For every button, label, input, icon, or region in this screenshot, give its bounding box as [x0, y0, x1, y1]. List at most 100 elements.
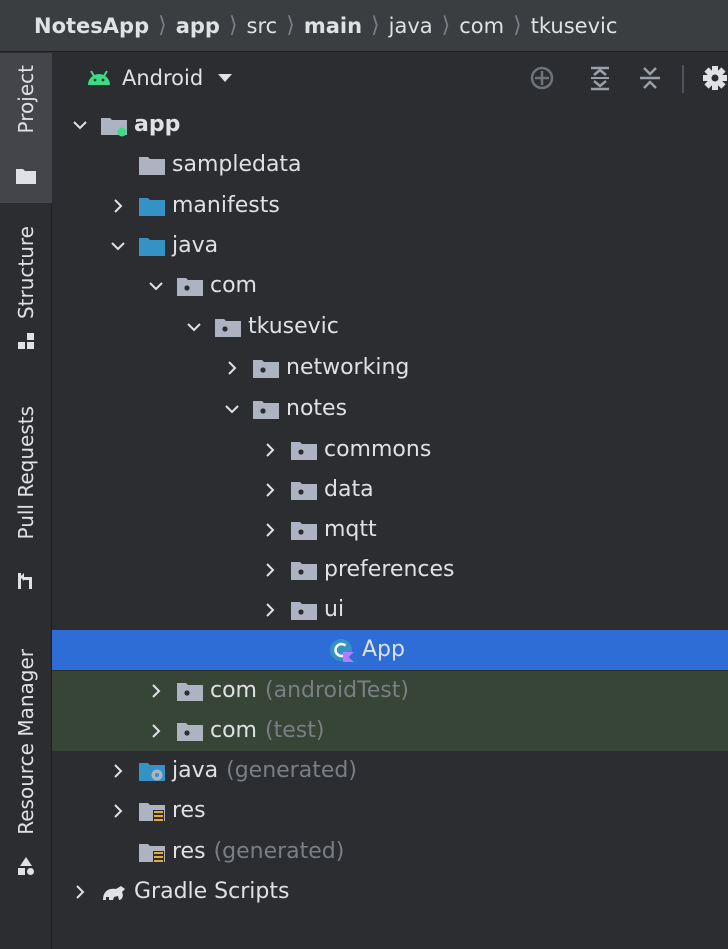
- tree-node[interactable]: java (generated): [52, 751, 728, 791]
- breadcrumb-separator: ⟩: [228, 13, 238, 38]
- chevron-right-icon[interactable]: [260, 520, 280, 540]
- tool-window-stripe: Project Structure Pull Requests Resource…: [0, 53, 52, 949]
- resource-manager-tool-button[interactable]: Resource Manager: [0, 643, 52, 893]
- kotlin-class-icon: [330, 639, 354, 662]
- package-icon: [177, 723, 203, 741]
- pull-requests-tool-label: Pull Requests: [14, 406, 38, 540]
- structure-tool-button[interactable]: Structure: [0, 218, 52, 358]
- chevron-down-icon[interactable]: [70, 115, 90, 135]
- folder-icon: [16, 169, 36, 184]
- tree-node-name: com: [210, 718, 257, 743]
- view-selector[interactable]: Android: [86, 62, 233, 94]
- tree-node-name: manifests: [172, 193, 280, 218]
- chevron-down-icon[interactable]: [184, 317, 204, 337]
- tree-node[interactable]: data: [52, 470, 728, 510]
- pull-requests-tool-button[interactable]: Pull Requests: [0, 398, 52, 598]
- expand-all-icon[interactable]: [587, 65, 613, 91]
- tree-node[interactable]: networking: [52, 348, 728, 388]
- resource-folder-icon: [139, 844, 165, 863]
- locate-icon[interactable]: [529, 65, 555, 91]
- chevron-right-icon[interactable]: [108, 196, 128, 216]
- package-icon: [177, 278, 203, 296]
- chevron-down-icon: [218, 74, 233, 82]
- tree-node-label: data: [324, 476, 374, 504]
- tree-node-name: preferences: [324, 557, 455, 582]
- tree-node-name: commons: [324, 437, 432, 462]
- tree-node[interactable]: notes: [52, 389, 728, 429]
- tree-node[interactable]: App: [52, 630, 728, 670]
- tree-node[interactable]: java: [52, 226, 728, 266]
- structure-icon: [18, 333, 34, 349]
- package-icon: [291, 442, 317, 460]
- tree-node-name: com: [210, 273, 257, 298]
- breadcrumb-item[interactable]: java: [389, 14, 433, 38]
- tree-node-name: Gradle Scripts: [134, 879, 290, 904]
- tree-node-label: tkusevic: [248, 313, 339, 341]
- tree-node[interactable]: com (test): [52, 711, 728, 751]
- tree-node-name: java: [172, 758, 219, 783]
- tree-node[interactable]: res (generated): [52, 832, 728, 872]
- tree-node-label: java (generated): [172, 757, 357, 785]
- chevron-right-icon[interactable]: [70, 882, 90, 902]
- project-tool-label: Project: [14, 65, 38, 134]
- tree-node-label: com (androidTest): [210, 677, 409, 705]
- tree-node[interactable]: ui: [52, 590, 728, 630]
- tree-node-name: App: [362, 637, 405, 662]
- gradle-icon: [103, 886, 125, 900]
- breadcrumb-separator: ⟩: [513, 13, 522, 38]
- breadcrumb-item[interactable]: NotesApp: [34, 14, 149, 38]
- tree-node[interactable]: tkusevic: [52, 307, 728, 347]
- android-icon: [88, 70, 110, 85]
- tree-node[interactable]: sampledata: [52, 145, 728, 185]
- pull-request-icon: [18, 573, 32, 589]
- breadcrumb-item[interactable]: src: [247, 14, 278, 38]
- tree-node[interactable]: Gradle Scripts: [52, 872, 728, 912]
- breadcrumb: NotesApp ⟩ app ⟩ src ⟩ main ⟩ java ⟩ com ⟩ tkusevic: [0, 0, 728, 52]
- tree-node-name: java: [172, 233, 219, 258]
- chevron-right-icon[interactable]: [260, 560, 280, 580]
- chevron-right-icon[interactable]: [260, 440, 280, 460]
- gear-icon[interactable]: [702, 65, 728, 91]
- breadcrumb-item[interactable]: app: [176, 14, 220, 38]
- tree-node[interactable]: preferences: [52, 550, 728, 590]
- chevron-down-icon[interactable]: [146, 276, 166, 296]
- tree-node-qualifier: (generated): [226, 758, 357, 783]
- tree-node-qualifier: (test): [265, 718, 325, 743]
- package-icon: [291, 522, 317, 540]
- generated-folder-icon: [139, 763, 165, 781]
- breadcrumb-item[interactable]: com: [459, 14, 504, 38]
- chevron-right-icon[interactable]: [222, 358, 242, 378]
- chevron-right-icon[interactable]: [260, 480, 280, 500]
- breadcrumb-separator: ⟩: [441, 13, 451, 38]
- tree-node-name: sampledata: [172, 152, 302, 177]
- chevron-down-icon[interactable]: [108, 236, 128, 256]
- tree-node[interactable]: com (androidTest): [52, 671, 728, 711]
- tree-node[interactable]: commons: [52, 430, 728, 470]
- tree-node-label: mqtt: [324, 516, 377, 544]
- tree-node-label: res: [172, 797, 206, 825]
- tree-node[interactable]: com: [52, 266, 728, 306]
- resource-manager-icon: [18, 857, 34, 875]
- breadcrumb-item[interactable]: tkusevic: [531, 14, 618, 38]
- chevron-right-icon[interactable]: [146, 681, 166, 701]
- tree-node[interactable]: res: [52, 791, 728, 831]
- chevron-right-icon[interactable]: [146, 721, 166, 741]
- tree-node-name: res: [172, 798, 206, 823]
- tree-node-label: sampledata: [172, 151, 302, 179]
- chevron-right-icon[interactable]: [108, 801, 128, 821]
- tree-node-name: res: [172, 839, 206, 864]
- package-icon: [253, 401, 279, 419]
- tree-node[interactable]: manifests: [52, 186, 728, 226]
- chevron-down-icon[interactable]: [222, 399, 242, 419]
- project-tool-button[interactable]: Project: [0, 53, 52, 203]
- package-icon: [253, 360, 279, 378]
- package-icon: [291, 602, 317, 620]
- tree-node[interactable]: app: [52, 105, 728, 145]
- tree-node-label: App: [362, 636, 405, 664]
- breadcrumb-item[interactable]: main: [304, 14, 362, 38]
- chevron-right-icon[interactable]: [108, 761, 128, 781]
- chevron-right-icon[interactable]: [260, 600, 280, 620]
- collapse-all-icon[interactable]: [637, 65, 663, 91]
- tree-node-label: Gradle Scripts: [134, 878, 289, 906]
- tree-node[interactable]: mqtt: [52, 510, 728, 550]
